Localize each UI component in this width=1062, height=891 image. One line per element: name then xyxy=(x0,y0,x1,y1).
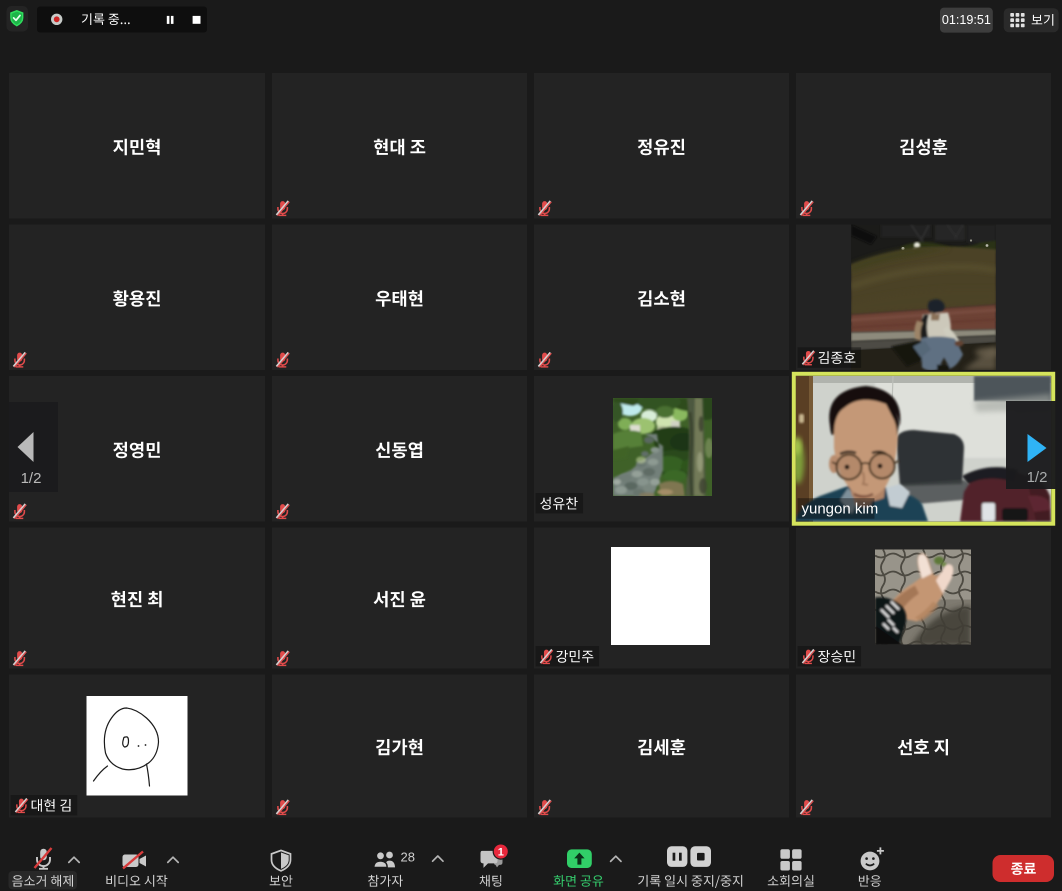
svg-text:1/2: 1/2 xyxy=(1027,469,1048,486)
svg-text:01:19:51: 01:19:51 xyxy=(942,13,991,27)
svg-text:yungon kim: yungon kim xyxy=(802,501,879,518)
svg-text:1/2: 1/2 xyxy=(21,470,42,487)
svg-text:28: 28 xyxy=(401,849,415,864)
svg-text:1: 1 xyxy=(498,846,504,858)
